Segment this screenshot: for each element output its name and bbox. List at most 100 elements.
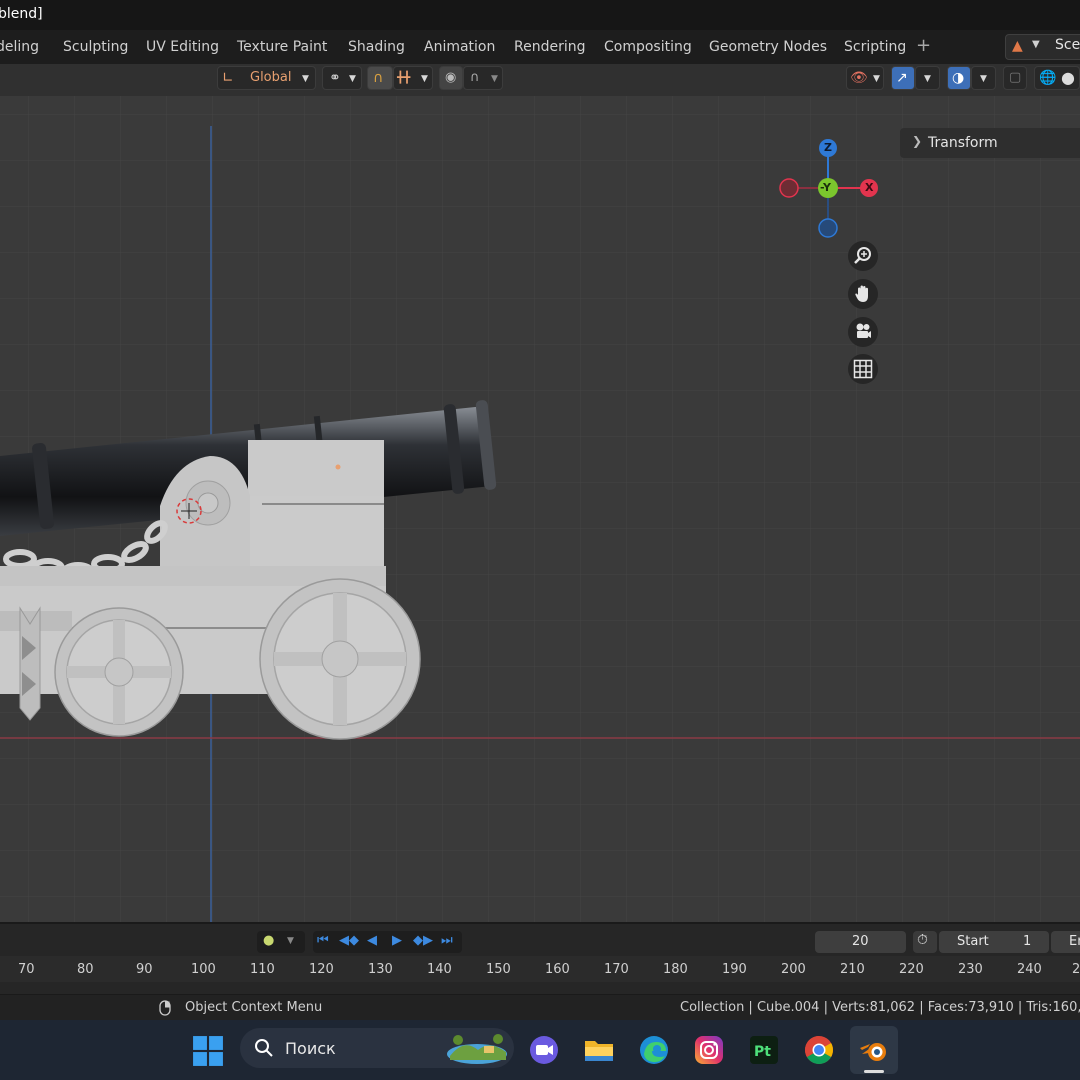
meet-icon[interactable] (528, 1034, 560, 1066)
gizmo-icon: ↗ (896, 70, 908, 86)
jump-to-end-icon[interactable]: ⏭ (441, 933, 453, 948)
auto-keying-dropdown[interactable]: ● ▼ (257, 931, 305, 953)
ruler-tick: 210 (840, 962, 865, 977)
orientation-icon: ∟ (222, 70, 234, 86)
3d-viewport[interactable]: Z -Y X (0, 96, 1080, 922)
next-keyframe-icon[interactable]: ◆▶ (413, 933, 433, 948)
pivot-point-dropdown[interactable]: ⚭ ▼ (322, 66, 362, 90)
tab-texture-paint[interactable]: Texture Paint (237, 39, 327, 55)
os-taskbar: Поиск Pt (0, 1020, 1080, 1080)
wireframe-shading-icon: 🌐 (1039, 70, 1057, 86)
zoom-icon (854, 247, 871, 264)
chrome-icon[interactable] (803, 1034, 835, 1066)
transform-panel-header[interactable]: ❯ Transform (900, 128, 1080, 158)
file-explorer-icon[interactable] (583, 1034, 615, 1066)
gizmo-toggle[interactable]: ↗ (891, 66, 915, 90)
stopwatch-icon: ⏱ (917, 932, 928, 948)
ruler-tick: 110 (250, 962, 275, 977)
pan-button[interactable] (848, 279, 878, 309)
zoom-button[interactable] (848, 241, 878, 271)
xray-toggle[interactable]: ▢ (1003, 66, 1027, 90)
transform-panel-label: Transform (928, 135, 998, 151)
chevron-down-icon: ▼ (1032, 39, 1040, 50)
play-icon[interactable]: ▶ (392, 933, 402, 948)
blender-icon (860, 1043, 886, 1061)
ruler-tick: 160 (545, 962, 570, 977)
search-icon (255, 1039, 273, 1057)
ruler-tick: 2 (1072, 962, 1080, 977)
previous-keyframe-icon[interactable]: ◀◆ (339, 933, 359, 948)
tab-geometry-nodes[interactable]: Geometry Nodes (709, 39, 827, 55)
ruler-tick: 70 (18, 962, 35, 977)
playback-controls: ⏮ ◀◆ ◀ ▶ ◆▶ ⏭ (313, 931, 462, 953)
scene-statistics: Collection | Cube.004 | Verts:81,062 | F… (680, 1000, 1080, 1015)
tab-animation[interactable]: Animation (424, 39, 495, 55)
pivot-icon: ⚭ (329, 70, 341, 86)
jump-to-start-icon[interactable]: ⏮ (317, 933, 329, 948)
current-frame-field[interactable]: 20 (815, 931, 906, 953)
gizmo-dropdown[interactable]: ▼ (915, 66, 940, 90)
tab-sculpting[interactable]: Sculpting (63, 39, 128, 55)
windows-start-icon[interactable] (192, 1035, 224, 1067)
ruler-tick: 120 (309, 962, 334, 977)
solid-shading-icon: ● (1061, 68, 1075, 87)
scene-name: Scen (1055, 37, 1080, 53)
tab-uv-editing[interactable]: UV Editing (146, 39, 219, 55)
ruler-tick: 230 (958, 962, 983, 977)
orientation-label: Global (250, 70, 292, 85)
ruler-tick: 130 (368, 962, 393, 977)
timeline-scrollbar[interactable] (0, 982, 1080, 994)
overlays-toggle[interactable]: ◑ (947, 66, 971, 90)
ruler-tick: 180 (663, 962, 688, 977)
ruler-tick: 240 (1017, 962, 1042, 977)
gizmo-x-axis[interactable]: X (860, 179, 878, 197)
add-workspace-icon[interactable]: + (916, 35, 931, 56)
taskbar-search[interactable]: Поиск (240, 1028, 514, 1068)
chevron-down-icon: ▼ (287, 936, 294, 946)
camera-icon (856, 323, 871, 338)
search-placeholder: Поиск (285, 1039, 336, 1058)
title-bar: blend] (0, 0, 1080, 30)
proportional-falloff-dropdown[interactable]: ∩ ▼ (463, 66, 503, 90)
ruler-tick: 220 (899, 962, 924, 977)
overlays-dropdown[interactable]: ▼ (971, 66, 996, 90)
gizmo-y-axis[interactable]: -Y (818, 178, 838, 198)
context-menu-hint: Object Context Menu (185, 1000, 323, 1015)
scene-selector[interactable]: ▲ ▼ Scen (1005, 34, 1080, 60)
chevron-down-icon: ▼ (302, 74, 309, 84)
eye-icon: 👁 (850, 70, 868, 86)
tab-rendering[interactable]: Rendering (514, 39, 586, 55)
hand-icon (855, 285, 868, 302)
preview-range-toggle[interactable]: ⏱ (913, 931, 937, 953)
snap-target-dropdown[interactable]: ╋╋ ▼ (393, 66, 433, 90)
pt-app-icon[interactable]: Pt (748, 1034, 780, 1066)
search-highlight-icon (447, 1034, 507, 1064)
instagram-icon[interactable] (693, 1034, 725, 1066)
camera-view-button[interactable] (848, 317, 878, 347)
end-frame-field[interactable]: Er (1051, 931, 1080, 953)
tab-modeling[interactable]: deling (0, 39, 39, 55)
timeline-ruler[interactable]: 70 80 90 100 110 120 130 140 150 160 170… (0, 956, 1080, 982)
end-frame-label: Er (1069, 934, 1080, 949)
scene-icon: ▲ (1012, 38, 1023, 54)
taskbar-blender-active[interactable] (850, 1026, 898, 1074)
edge-icon[interactable] (638, 1034, 670, 1066)
visibility-dropdown[interactable]: 👁 ▼ (846, 66, 884, 90)
gizmo-z-axis[interactable]: Z (819, 139, 837, 157)
gizmo-z-label: Z (824, 141, 832, 154)
start-frame-field[interactable]: Start 1 (939, 931, 1049, 953)
svg-text:Pt: Pt (754, 1044, 771, 1060)
chevron-right-icon: ❯ (912, 134, 923, 148)
ortho-toggle-button[interactable] (848, 354, 878, 384)
snap-toggle[interactable]: ∩ (367, 66, 393, 90)
tab-compositing[interactable]: Compositing (604, 39, 692, 55)
gizmo-y-label: -Y (820, 181, 831, 194)
proportional-edit-icon: ◉ (445, 70, 457, 85)
play-reverse-icon[interactable]: ◀ (367, 933, 377, 948)
chevron-down-icon: ▼ (924, 74, 931, 84)
shading-mode-buttons[interactable]: 🌐 ● (1034, 66, 1080, 90)
transform-orientation-dropdown[interactable]: ∟ Global ▼ (217, 66, 316, 90)
proportional-edit-toggle[interactable]: ◉ (439, 66, 463, 90)
tab-shading[interactable]: Shading (348, 39, 405, 55)
tab-scripting[interactable]: Scripting (844, 39, 906, 55)
